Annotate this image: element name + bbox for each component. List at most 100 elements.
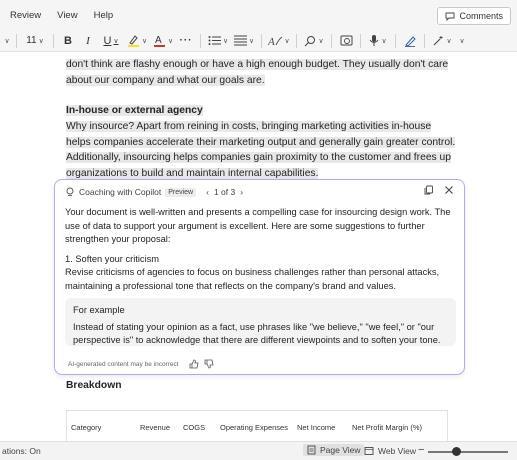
comment-icon <box>446 12 455 21</box>
web-view-icon <box>364 447 374 455</box>
bullet-list-icon <box>208 36 221 45</box>
divider <box>360 33 361 48</box>
chevron-down-icon: ∨ <box>38 37 44 45</box>
underline-icon: U <box>103 34 112 47</box>
table-header-opex: Operating Expenses <box>220 423 288 432</box>
font-size-value: 11 <box>26 35 37 46</box>
divider <box>200 33 201 48</box>
editor-button[interactable] <box>400 32 420 50</box>
page-view-label: Page View <box>320 445 361 455</box>
microphone-icon <box>370 35 379 46</box>
chevron-down-icon: ∨ <box>459 37 465 45</box>
overflow-chevron[interactable]: ∨ <box>455 32 467 50</box>
svg-text:A: A <box>268 36 275 47</box>
ribbon-toolbar: ∨ 11 ∨ B I U ∨ ∨ A ∨ ··· ∨ ∨ A ∨ ∨ ∨ ∨ ∨ <box>0 30 517 52</box>
table-header-cogs: COGS <box>183 423 206 432</box>
italic-button[interactable]: I <box>78 32 98 50</box>
comments-button[interactable]: Comments <box>437 7 511 25</box>
italic-icon: I <box>86 34 90 47</box>
font-color-icon: A <box>153 35 165 47</box>
suggestion-pager: ‹ 1 of 3 › <box>206 187 243 197</box>
coaching-intro: Your document is well-written and presen… <box>65 207 451 244</box>
highlighter-icon <box>127 35 139 47</box>
find-button[interactable]: ∨ <box>301 32 327 50</box>
paragraph-1-text: don't think are flashy enough or have a … <box>66 59 449 86</box>
divider <box>331 33 332 48</box>
svg-text:A: A <box>155 35 162 46</box>
web-view-label: Web View <box>378 446 416 456</box>
reader-icon <box>340 35 352 45</box>
editor-pen-icon <box>405 35 416 47</box>
align-button[interactable]: ∨ <box>231 32 257 50</box>
highlight-button[interactable]: ∨ <box>124 32 150 50</box>
styles-icon: A <box>268 36 283 47</box>
previous-suggestion-icon[interactable]: ‹ <box>206 187 209 197</box>
card-header: Coaching with Copilot Preview ‹ 1 of 3 › <box>65 187 243 197</box>
table-header-margin: Net Profit Margin (%) <box>352 423 423 432</box>
page-view-button[interactable]: Page View <box>303 444 365 456</box>
immersive-reader-button[interactable] <box>336 32 356 50</box>
heading-breakdown: Breakdown <box>66 380 122 391</box>
suggestion-text: Revise criticisms of agencies to focus o… <box>65 267 440 291</box>
search-icon <box>305 35 316 46</box>
styles-button[interactable]: A ∨ <box>266 32 292 50</box>
next-suggestion-icon[interactable]: › <box>240 187 243 197</box>
example-box: For example Instead of stating your opin… <box>65 298 456 346</box>
status-bar: ations: On Page View Web View − <box>0 441 517 460</box>
dictate-button[interactable]: ∨ <box>365 32 391 50</box>
heading-in-house-text: In-house or external agency <box>66 105 203 116</box>
copilot-coaching-icon <box>66 187 74 196</box>
example-text: Instead of stating your opinion as a fac… <box>73 321 441 346</box>
font-color-button[interactable]: A ∨ <box>150 32 176 50</box>
financial-table: Category Revenue COGS Operating Expenses… <box>66 410 448 441</box>
menu-view[interactable]: View <box>57 10 77 21</box>
paragraph-2: Why insource? Apart from reining in cost… <box>66 119 456 181</box>
preview-badge: Preview <box>165 187 197 197</box>
divider <box>53 33 54 48</box>
divider <box>395 33 396 48</box>
table-header-revenue: Revenue <box>140 423 171 432</box>
ai-disclaimer: AI-generated content may be incorrect <box>68 360 179 368</box>
bold-icon: B <box>64 34 72 47</box>
pager-count: 1 of 3 <box>213 187 236 197</box>
zoom-out-icon[interactable]: − <box>418 444 424 456</box>
paragraph-1: don't think are flashy enough or have a … <box>66 57 456 88</box>
heading-in-house: In-house or external agency <box>66 103 456 119</box>
divider <box>296 33 297 48</box>
thumbs-up-icon[interactable] <box>189 359 199 369</box>
card-title: Coaching with Copilot <box>79 187 162 197</box>
more-options-button[interactable]: ··· <box>176 32 196 50</box>
copilot-coaching-card: Coaching with Copilot Preview ‹ 1 of 3 ›… <box>54 179 465 375</box>
close-icon[interactable] <box>444 185 454 195</box>
thumbs-down-icon[interactable] <box>204 359 214 369</box>
copy-icon[interactable] <box>424 185 434 195</box>
magic-wand-icon <box>434 35 443 45</box>
underline-button[interactable]: U ∨ <box>98 32 124 50</box>
menu-review[interactable]: Review <box>10 10 41 21</box>
zoom-slider-thumb[interactable] <box>451 447 461 456</box>
status-left-text: ations: On <box>2 446 41 456</box>
menu-help[interactable]: Help <box>94 10 114 21</box>
font-size-dropdown[interactable]: 11 ∨ <box>21 32 49 50</box>
divider <box>424 33 425 48</box>
table-header-category: Category <box>71 423 102 432</box>
zoom-slider-track[interactable] <box>428 451 508 453</box>
font-name-dropdown[interactable]: ∨ <box>0 32 12 50</box>
card-actions <box>424 185 454 195</box>
document-canvas[interactable]: don't think are flashy enough or have a … <box>0 52 517 441</box>
table-header-net-income: Net Income <box>297 423 336 432</box>
menu-bar: Review View Help Comments <box>0 0 517 30</box>
comments-label: Comments <box>459 11 503 21</box>
designer-button[interactable]: ∨ <box>429 32 455 50</box>
web-view-button[interactable]: Web View <box>364 446 416 456</box>
card-footer: AI-generated content may be incorrect <box>68 359 214 369</box>
align-icon <box>233 35 247 46</box>
more-icon: ··· <box>179 35 193 46</box>
bold-button[interactable]: B <box>58 32 78 50</box>
page-view-icon <box>307 445 316 455</box>
bullets-button[interactable]: ∨ <box>205 32 231 50</box>
example-title: For example <box>73 305 125 315</box>
paragraph-2-text: Why insource? Apart from reining in cost… <box>66 121 456 179</box>
divider <box>261 33 262 48</box>
suggestion-title: 1. Soften your criticism <box>65 253 160 264</box>
